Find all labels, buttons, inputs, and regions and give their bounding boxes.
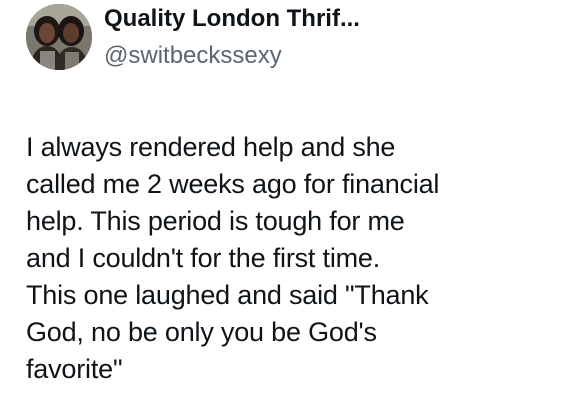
avatar-photo xyxy=(26,4,92,70)
tweet-card: Quality London Thrif... @switbeckssexy I… xyxy=(0,0,575,410)
author-info: Quality London Thrif... @switbeckssexy xyxy=(104,4,554,70)
tweet-line: God, no be only you be God's xyxy=(26,317,377,347)
tweet-line: and I couldn't for the first time. xyxy=(26,243,381,273)
tweet-line: called me 2 weeks ago for financial xyxy=(26,169,440,199)
user-handle[interactable]: @switbeckssexy xyxy=(104,42,554,70)
tweet-line: favorite" xyxy=(26,354,123,384)
avatar[interactable] xyxy=(26,4,92,70)
tweet-text: I always rendered help and she called me… xyxy=(26,129,566,388)
tweet-line: I always rendered help and she xyxy=(26,132,396,162)
display-name[interactable]: Quality London Thrif... xyxy=(104,4,554,34)
tweet-line: This one laughed and said "Thank xyxy=(26,280,429,310)
tweet-line: help. This period is tough for me xyxy=(26,206,405,236)
